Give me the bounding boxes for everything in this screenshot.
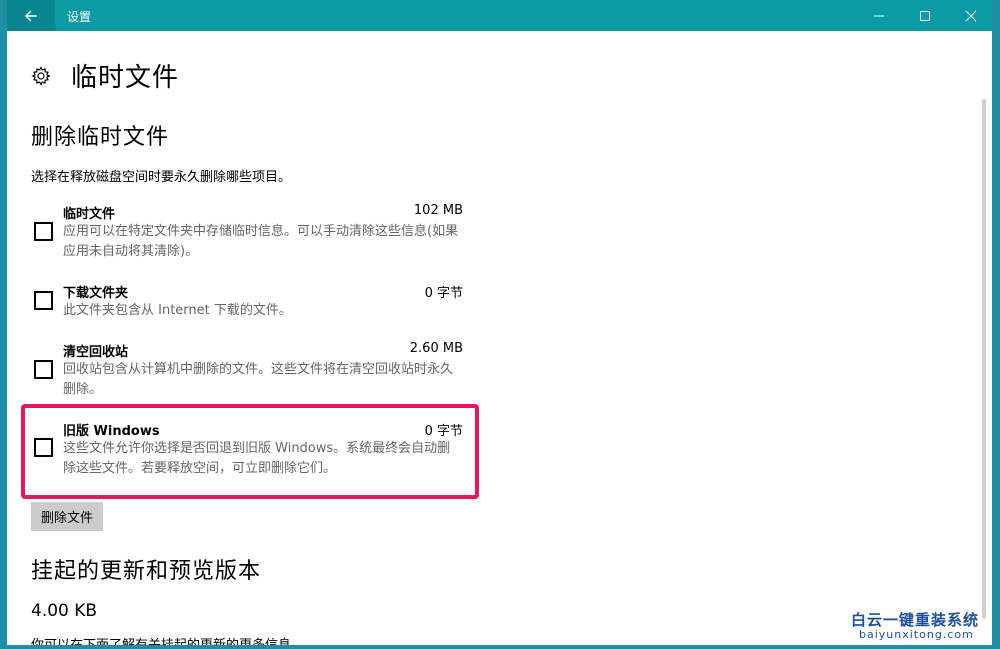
checkbox-previous-windows[interactable]: [34, 438, 53, 457]
item-description: 回收站包含从计算机中删除的文件。这些文件将在清空回收站时永久删除。: [63, 362, 454, 397]
minimize-icon: [874, 15, 884, 16]
gear-icon: [31, 65, 51, 86]
item-name: 下载文件夹: [63, 286, 129, 301]
section-title-delete-temp: 删除临时文件: [31, 125, 170, 150]
item-size: 0 字节: [424, 286, 463, 301]
item-description: 这些文件允许你选择是否回退到旧版 Windows。系统最终会自动删除这些文件。若…: [63, 441, 451, 476]
maximize-icon: [920, 10, 930, 21]
back-arrow-icon: [25, 10, 37, 21]
pending-description: 你可以在下面了解有关挂起的更新的更多信息: [31, 634, 291, 645]
item-size: 2.60 MB: [409, 341, 463, 356]
page-content: 临时文件 删除临时文件 选择在释放磁盘空间时要永久删除哪些项目。 临时文件 10…: [7, 31, 977, 645]
item-name: 旧版 Windows: [63, 424, 160, 439]
checkbox-downloads[interactable]: [34, 291, 53, 310]
watermark-url: baiyunxitong.com: [859, 628, 974, 641]
back-button[interactable]: [7, 0, 55, 31]
section-description: 选择在释放磁盘空间时要永久删除哪些项目。: [31, 170, 292, 185]
item-description: 应用可以在特定文件夹中存储临时信息。可以手动清除这些信息(如果应用未自动将其清除…: [63, 224, 459, 259]
item-description: 此文件夹包含从 Internet 下载的文件。: [63, 303, 292, 318]
watermark-name: 白云一键重装系统: [851, 611, 980, 629]
checkbox-recycle-bin[interactable]: [34, 360, 53, 379]
scrollbar-thumb[interactable]: [982, 99, 986, 619]
section-title-pending-updates: 挂起的更新和预览版本: [31, 559, 262, 584]
item-size: 0 字节: [424, 424, 463, 439]
checkbox-temp-files[interactable]: [34, 222, 53, 241]
item-name: 临时文件: [63, 207, 116, 222]
delete-files-button[interactable]: 删除文件: [31, 502, 104, 531]
item-size: 102 MB: [413, 203, 463, 218]
vertical-scrollbar[interactable]: [977, 31, 992, 645]
settings-window: 设置 临时文件 删除临时文件 选择在释放磁盘空间时要永久删除哪些项目。 临时文件…: [7, 0, 992, 645]
pending-size: 4.00 KB: [31, 601, 98, 621]
maximize-button[interactable]: [902, 0, 948, 31]
close-button[interactable]: [948, 0, 992, 31]
page-title: 临时文件: [71, 63, 180, 93]
page-header: 临时文件: [31, 57, 179, 94]
item-name: 清空回收站: [63, 345, 129, 360]
minimize-button[interactable]: [856, 0, 902, 31]
window-title: 设置: [67, 10, 92, 24]
close-icon: [965, 10, 977, 21]
title-bar: 设置: [7, 0, 992, 31]
